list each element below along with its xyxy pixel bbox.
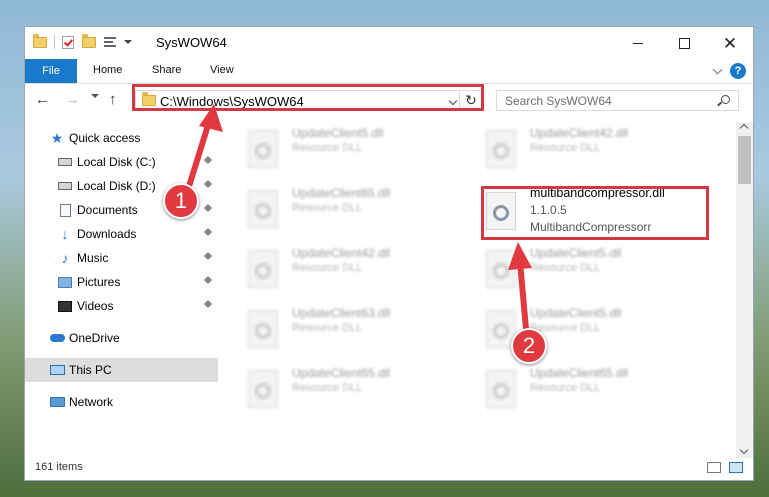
- arrow-step-2: [508, 242, 532, 343]
- annotation-arrows: [183, 104, 532, 343]
- step-1-badge: 1: [163, 183, 199, 219]
- arrow-step-1: [183, 104, 223, 199]
- step-2-badge: 2: [511, 328, 547, 364]
